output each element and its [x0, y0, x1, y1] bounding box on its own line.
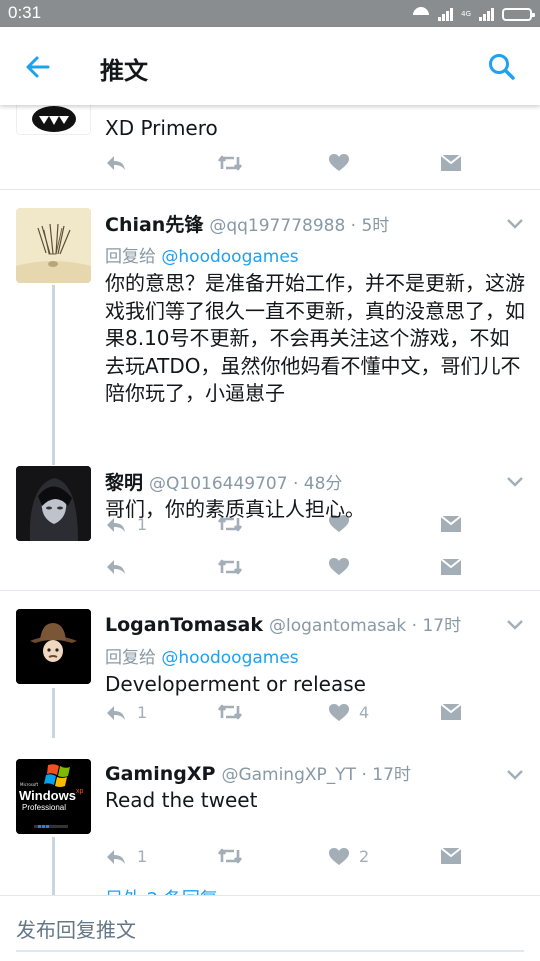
avatar-image — [16, 609, 91, 684]
reply-context: 回复给 @hoodoogames — [105, 247, 299, 267]
avatar[interactable] — [16, 208, 91, 283]
avatar[interactable] — [16, 609, 91, 684]
signal-icon-2 — [479, 7, 494, 21]
status-time: 0:31 — [8, 3, 42, 22]
avatar-sup-text: xp — [76, 788, 84, 795]
reply-context: 回复给 @hoodoogames — [105, 648, 299, 668]
dm-button[interactable] — [440, 847, 462, 865]
avatar-image — [16, 466, 91, 541]
heart-icon — [329, 154, 349, 171]
dm-button[interactable] — [440, 703, 462, 721]
user-name[interactable]: 黎明 — [105, 472, 143, 494]
tweet-item[interactable]: 黎明 @Q1016449707 · 48分 哥们，你的素质真让人担心。 — [0, 460, 540, 590]
avatar-maker-text: Microsoft — [20, 782, 39, 787]
like-button[interactable] — [329, 558, 349, 576]
user-handle: @logantomasak · 17时 — [268, 616, 462, 636]
avatar-edition-text: Professional — [22, 803, 66, 812]
chevron-down-icon[interactable] — [506, 769, 524, 781]
tweet-text: 你的意思？是准备开始工作，并不是更新，这游戏我们等了很久一直不更新，真的没意思了… — [105, 271, 525, 405]
like-button[interactable] — [329, 154, 349, 172]
tweet-actions: 1 2 — [105, 847, 525, 873]
tweet-feed[interactable]: XD Primero Chian先锋 @qq197778988 · 5时 回复给… — [0, 105, 540, 895]
chevron-down-icon[interactable] — [506, 476, 524, 488]
search-icon[interactable] — [486, 51, 518, 83]
reply-button[interactable]: 1 — [105, 703, 147, 722]
signal-icon — [438, 7, 454, 21]
heart-icon — [329, 847, 349, 865]
retweet-button[interactable] — [217, 154, 243, 172]
like-count: 2 — [359, 847, 370, 866]
reply-input[interactable]: 发布回复推文 — [16, 914, 524, 952]
like-button[interactable]: 2 — [329, 847, 369, 866]
tweet-item[interactable]: XD Primero — [0, 105, 540, 190]
battery-icon — [502, 7, 535, 21]
reply-count: 1 — [137, 847, 148, 866]
envelope-icon — [440, 154, 462, 171]
user-name[interactable]: LoganTomasak — [105, 614, 263, 636]
reply-button[interactable] — [105, 154, 127, 172]
chevron-down-icon[interactable] — [506, 619, 524, 631]
mention-link[interactable]: @hoodoogames — [161, 648, 298, 668]
heart-icon — [329, 703, 349, 721]
reply-icon — [107, 849, 125, 864]
tweet-actions: 1 4 — [105, 703, 525, 729]
tweet-text: XD Primero — [105, 116, 218, 140]
retweet-button[interactable] — [217, 703, 243, 721]
like-count: 4 — [359, 703, 370, 722]
retweet-button[interactable] — [217, 558, 243, 576]
heart-icon — [329, 558, 349, 575]
avatar[interactable] — [16, 105, 91, 135]
reply-icon — [107, 705, 125, 720]
user-name[interactable]: Chian先锋 — [105, 214, 203, 236]
tweet-header: 黎明 @Q1016449707 · 48分 — [105, 468, 342, 495]
retweet-icon — [217, 559, 243, 575]
reply-icon — [107, 560, 125, 574]
user-name[interactable]: GamingXP — [105, 763, 215, 785]
reply-button[interactable]: 1 — [105, 847, 147, 866]
reply-icon — [107, 156, 125, 170]
user-handle: @GamingXP_YT · 17时 — [221, 765, 411, 785]
tweet-item[interactable]: Chian先锋 @qq197778988 · 5时 回复给 @hoodoogame… — [0, 190, 540, 534]
retweet-icon — [217, 704, 243, 720]
page-title: 推文 — [100, 57, 148, 85]
tweet-header: Chian先锋 @qq197778988 · 5时 — [105, 210, 389, 237]
avatar-image: Microsoft Windows xp Professional — [16, 759, 91, 834]
mention-link[interactable]: @hoodoogames — [161, 247, 298, 267]
avatar-image — [32, 106, 76, 132]
dm-button[interactable] — [440, 558, 462, 576]
tweet-text: Developerment or release — [105, 672, 366, 696]
avatar[interactable]: Microsoft Windows xp Professional — [16, 759, 91, 834]
dm-button[interactable] — [440, 154, 462, 172]
user-handle: @Q1016449707 · 48分 — [149, 474, 343, 494]
envelope-icon — [440, 703, 462, 720]
retweet-button[interactable] — [217, 847, 243, 865]
envelope-icon — [440, 847, 462, 864]
app-bar: 推文 — [0, 27, 540, 105]
tweet-actions — [105, 558, 525, 584]
avatar-brand-text: Windows — [19, 788, 76, 803]
more-replies-link[interactable]: 另外 2 条回复 — [105, 885, 218, 895]
network-type: 4G — [461, 9, 471, 18]
chevron-down-icon[interactable] — [506, 218, 524, 230]
reply-button[interactable] — [105, 558, 127, 576]
back-arrow-icon[interactable] — [22, 51, 54, 83]
user-handle: @qq197778988 · 5时 — [209, 216, 390, 236]
tweet-text: 哥们，你的素质真让人担心。 — [105, 497, 365, 521]
tweet-header: LoganTomasak @logantomasak · 17时 — [105, 611, 461, 636]
avatar[interactable] — [16, 466, 91, 541]
reply-count: 1 — [137, 703, 148, 722]
wifi-icon — [412, 7, 430, 21]
reply-composer: 发布回复推文 — [0, 895, 540, 961]
like-button[interactable]: 4 — [329, 703, 369, 722]
tweet-header: GamingXP @GamingXP_YT · 17时 — [105, 760, 411, 785]
tweet-text: Read the tweet — [105, 788, 258, 812]
tweet-item[interactable]: Microsoft Windows xp Professional Gaming… — [0, 745, 540, 895]
envelope-icon — [440, 558, 462, 575]
retweet-icon — [217, 155, 243, 171]
retweet-icon — [217, 848, 243, 864]
avatar-image — [16, 208, 91, 283]
tweet-actions — [105, 154, 525, 180]
status-bar: 0:31 4G — [0, 0, 540, 27]
